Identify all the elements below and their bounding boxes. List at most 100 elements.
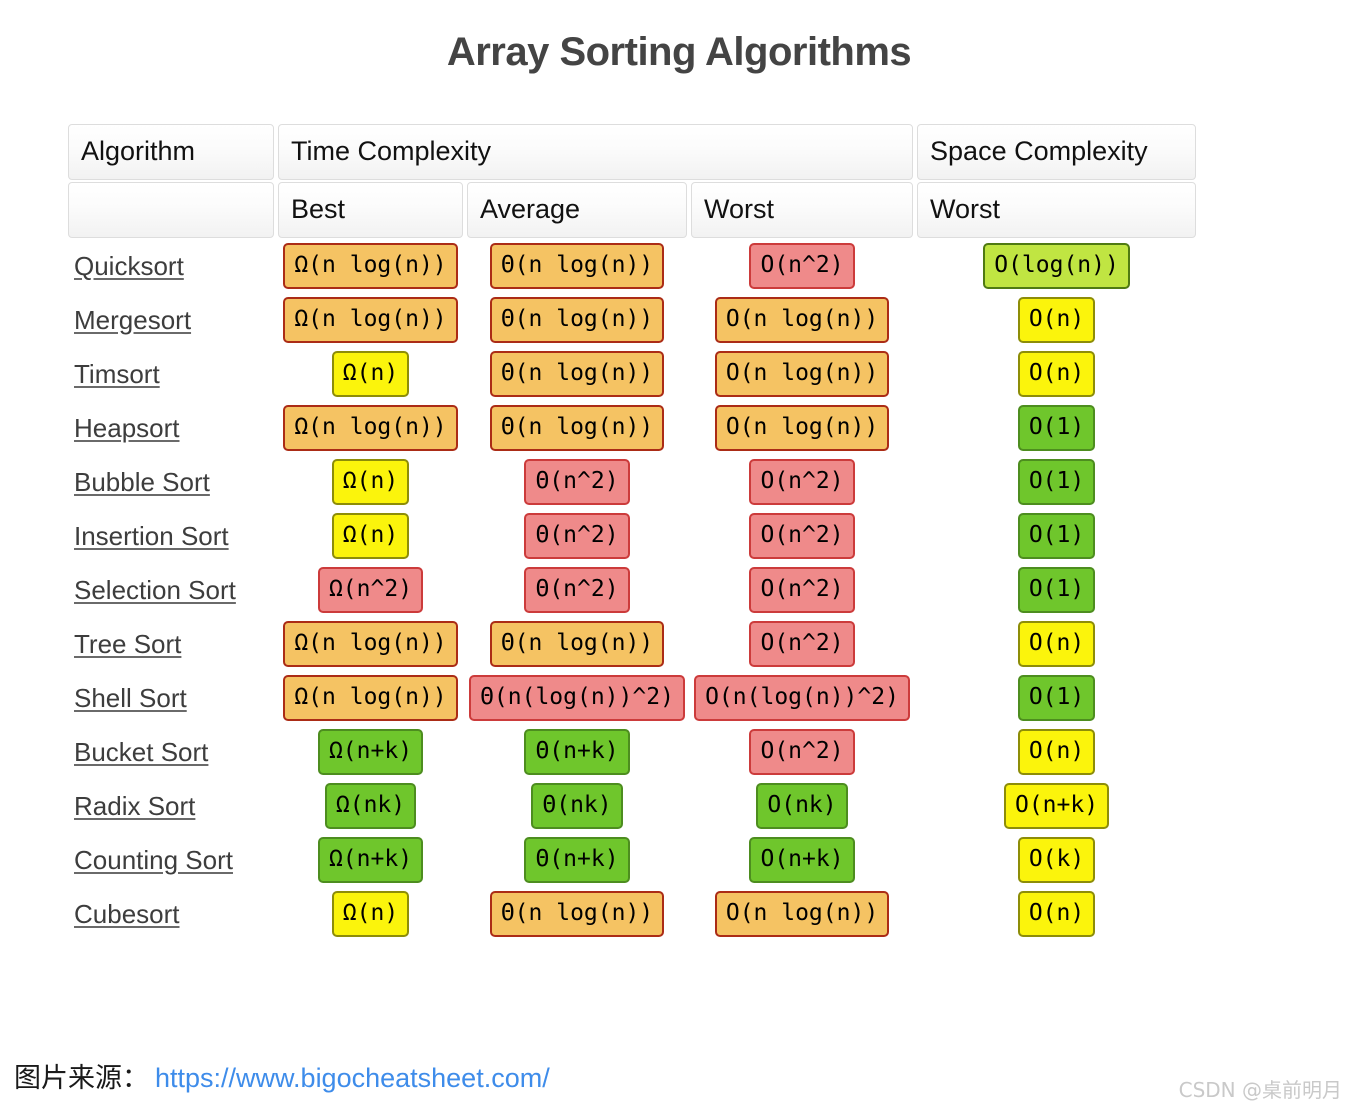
table-row: Cubesort Ω(n) Θ(n log(n)) O(n log(n)) O(n)	[68, 888, 1196, 940]
algorithm-name-cell: Counting Sort	[68, 834, 274, 886]
complexity-badge-average: Θ(n^2)	[524, 567, 630, 613]
cell-best: Ω(n log(n))	[278, 294, 463, 346]
algorithm-link-counting-sort[interactable]: Counting Sort	[74, 845, 233, 875]
cell-space-worst: O(n)	[917, 294, 1196, 346]
complexity-badge-average: Θ(n log(n))	[489, 891, 665, 937]
subheader-space-worst: Worst	[917, 182, 1197, 238]
cell-average: Θ(n+k)	[467, 726, 687, 778]
cell-worst: O(nk)	[691, 780, 913, 832]
cell-best: Ω(n)	[278, 888, 463, 940]
complexity-table-wrapper: Algorithm Time Complexity Space Complexi…	[64, 122, 1197, 942]
cell-space-worst: O(1)	[917, 510, 1196, 562]
complexity-badge-average: Θ(n+k)	[524, 729, 630, 775]
cell-worst: O(n^2)	[691, 564, 913, 616]
cell-worst: O(n^2)	[691, 726, 913, 778]
algorithm-name-cell: Mergesort	[68, 294, 274, 346]
algorithm-link-bubble-sort[interactable]: Bubble Sort	[74, 467, 210, 497]
complexity-badge-average: Θ(nk)	[531, 783, 623, 829]
complexity-badge-worst: O(nk)	[756, 783, 848, 829]
complexity-badge-average: Θ(n^2)	[524, 513, 630, 559]
complexity-badge-space-worst: O(n)	[1017, 621, 1096, 667]
algorithm-name-cell: Tree Sort	[68, 618, 274, 670]
cell-worst: O(n+k)	[691, 834, 913, 886]
cell-best: Ω(n log(n))	[278, 672, 463, 724]
cell-space-worst: O(1)	[917, 402, 1196, 454]
complexity-badge-best: Ω(n+k)	[317, 729, 424, 775]
source-url-link[interactable]: https://www.bigocheatsheet.com/	[155, 1063, 550, 1093]
table-row: Mergesort Ω(n log(n)) Θ(n log(n)) O(n log(n…	[68, 294, 1196, 346]
watermark: CSDN @桌前明月	[1178, 1078, 1342, 1102]
cell-average: Θ(n^2)	[467, 564, 687, 616]
cell-best: Ω(n log(n))	[278, 402, 463, 454]
algorithm-link-shell-sort[interactable]: Shell Sort	[74, 683, 187, 713]
complexity-badge-average: Θ(n(log(n))^2)	[469, 675, 685, 721]
cell-worst: O(n log(n))	[691, 402, 913, 454]
complexity-badge-best: Ω(n)	[331, 891, 410, 937]
complexity-badge-worst: O(n^2)	[749, 621, 855, 667]
algorithm-link-mergesort[interactable]: Mergesort	[74, 305, 191, 335]
algorithm-link-insertion-sort[interactable]: Insertion Sort	[74, 521, 229, 551]
cell-best: Ω(n log(n))	[278, 618, 463, 670]
cell-average: Θ(n^2)	[467, 456, 687, 508]
header-space-complexity: Space Complexity	[917, 124, 1197, 180]
complexity-badge-space-worst: O(k)	[1017, 837, 1096, 883]
algorithm-link-selection-sort[interactable]: Selection Sort	[74, 575, 236, 605]
source-footer: 图片来源： https://www.bigocheatsheet.com/	[14, 1056, 550, 1095]
algorithm-link-radix-sort[interactable]: Radix Sort	[74, 791, 195, 821]
algorithm-name-cell: Insertion Sort	[68, 510, 274, 562]
cell-average: Θ(nk)	[467, 780, 687, 832]
header-algorithm: Algorithm	[68, 124, 274, 180]
algorithm-link-cubesort[interactable]: Cubesort	[74, 899, 180, 929]
complexity-table: Algorithm Time Complexity Space Complexi…	[64, 122, 1200, 942]
complexity-badge-best: Ω(n log(n))	[283, 405, 458, 451]
table-row: Heapsort Ω(n log(n)) Θ(n log(n)) O(n log(n)…	[68, 402, 1196, 454]
cell-space-worst: O(n+k)	[917, 780, 1196, 832]
complexity-badge-worst: O(n^2)	[749, 567, 855, 613]
complexity-badge-average: Θ(n+k)	[524, 837, 630, 883]
cell-best: Ω(n log(n))	[278, 240, 463, 292]
complexity-badge-worst: O(n log(n))	[714, 351, 890, 397]
algorithm-link-tree-sort[interactable]: Tree Sort	[74, 629, 181, 659]
table-row: Counting Sort Ω(n+k) Θ(n+k) O(n+k) O(k)	[68, 834, 1196, 886]
algorithm-name-cell: Timsort	[68, 348, 274, 400]
complexity-badge-space-worst: O(1)	[1017, 405, 1096, 451]
algorithm-name-cell: Bubble Sort	[68, 456, 274, 508]
cell-best: Ω(n)	[278, 510, 463, 562]
cell-best: Ω(n^2)	[278, 564, 463, 616]
cell-worst: O(n log(n))	[691, 888, 913, 940]
complexity-badge-space-worst: O(n)	[1017, 297, 1096, 343]
cell-average: Θ(n log(n))	[467, 888, 687, 940]
complexity-badge-space-worst: O(1)	[1017, 459, 1096, 505]
cell-average: Θ(n log(n))	[467, 348, 687, 400]
algorithm-link-bucket-sort[interactable]: Bucket Sort	[74, 737, 208, 767]
cell-worst: O(n log(n))	[691, 348, 913, 400]
cell-best: Ω(n+k)	[278, 726, 463, 778]
algorithm-link-quicksort[interactable]: Quicksort	[74, 251, 184, 281]
complexity-badge-average: Θ(n log(n))	[489, 405, 665, 451]
source-label: 图片来源：	[14, 1063, 149, 1094]
complexity-badge-average: Θ(n log(n))	[489, 297, 665, 343]
cell-best: Ω(n)	[278, 456, 463, 508]
algorithm-name-cell: Bucket Sort	[68, 726, 274, 778]
cell-average: Θ(n log(n))	[467, 618, 687, 670]
subheader-average: Average	[467, 182, 687, 238]
cell-average: Θ(n(log(n))^2)	[467, 672, 687, 724]
page-title: Array Sorting Algorithms	[446, 30, 912, 74]
cell-worst: O(n^2)	[691, 456, 913, 508]
complexity-badge-worst: O(n^2)	[749, 459, 855, 505]
complexity-badge-space-worst: O(n)	[1017, 891, 1096, 937]
complexity-badge-best: Ω(n)	[331, 459, 410, 505]
complexity-badge-space-worst: O(n)	[1017, 729, 1096, 775]
algorithm-name-cell: Quicksort	[68, 240, 274, 292]
algorithm-link-timsort[interactable]: Timsort	[74, 359, 160, 389]
algorithm-name-cell: Selection Sort	[68, 564, 274, 616]
algorithm-link-heapsort[interactable]: Heapsort	[74, 413, 180, 443]
cell-best: Ω(n+k)	[278, 834, 463, 886]
complexity-badge-worst: O(n log(n))	[714, 297, 890, 343]
cell-best: Ω(nk)	[278, 780, 463, 832]
complexity-badge-best: Ω(n log(n))	[283, 243, 458, 289]
cell-space-worst: O(1)	[917, 456, 1196, 508]
complexity-badge-best: Ω(n+k)	[317, 837, 424, 883]
cell-average: Θ(n+k)	[467, 834, 687, 886]
table-row: Bucket Sort Ω(n+k) Θ(n+k) O(n^2) O(n)	[68, 726, 1196, 778]
